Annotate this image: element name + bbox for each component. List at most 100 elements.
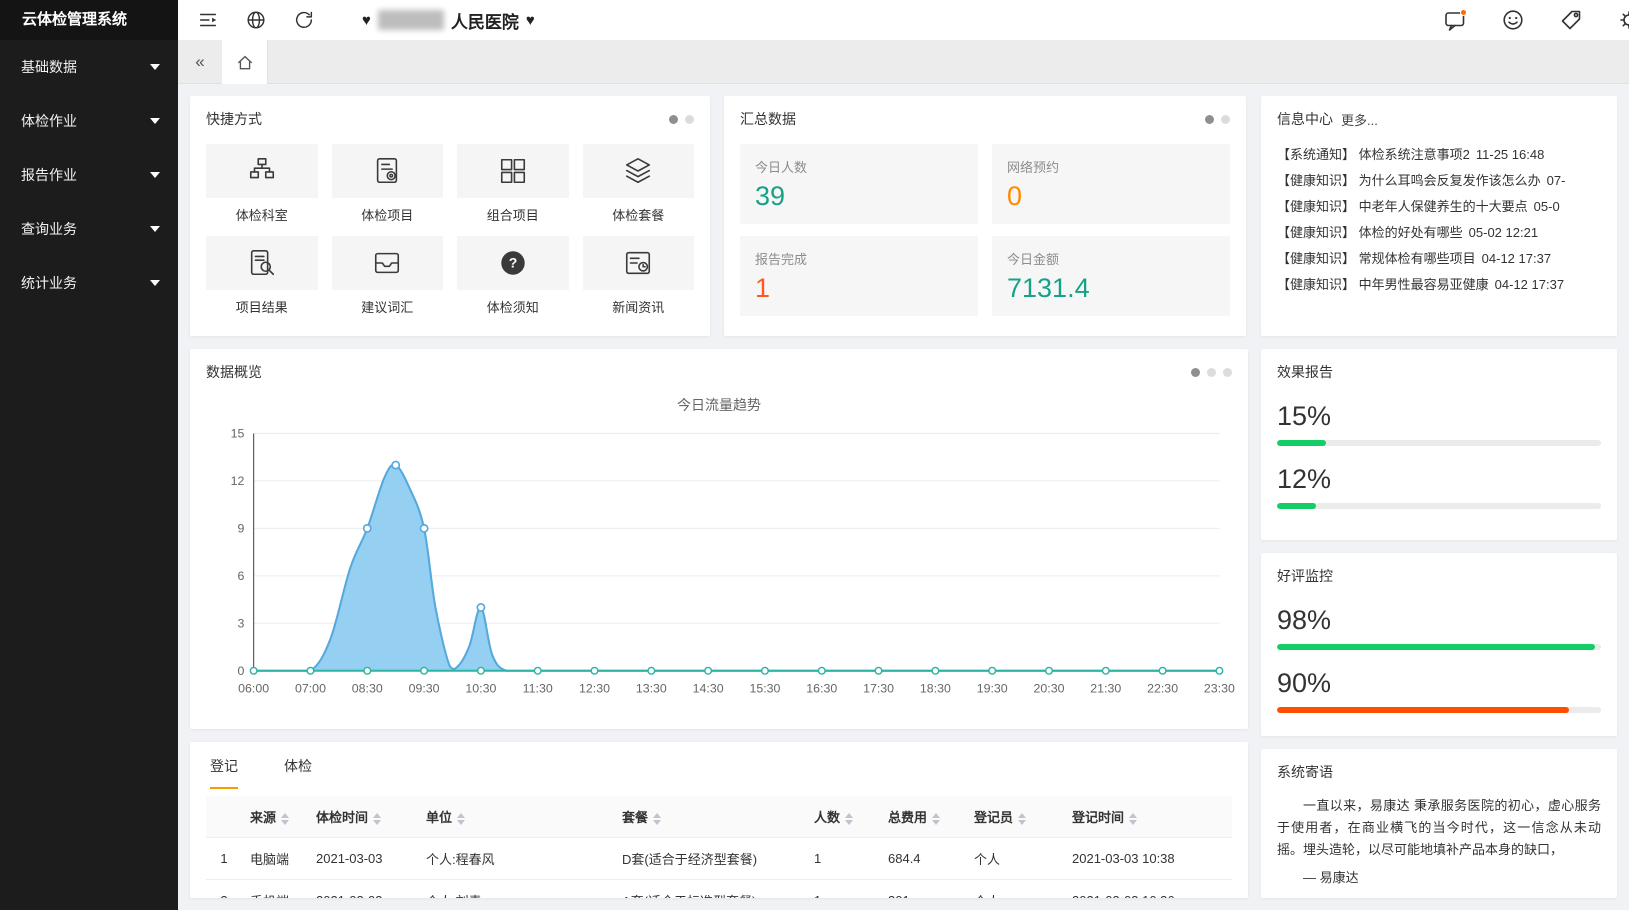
document-search-icon (247, 248, 277, 278)
tab-register[interactable]: 登记 (210, 756, 238, 789)
settings-gear-icon[interactable] (1615, 6, 1629, 34)
carousel-dot[interactable] (1205, 115, 1214, 124)
progress-fill (1277, 707, 1569, 713)
svg-text:21:30: 21:30 (1090, 681, 1121, 695)
system-message-card: 系统寄语 一直以来，易康达 秉承服务医院的初心，虚心服务于使用者，在商业横飞的当… (1261, 749, 1617, 898)
stat-online-booking: 网络预约 0 (992, 144, 1230, 224)
svg-text:15:30: 15:30 (749, 681, 780, 695)
progress-track (1277, 503, 1601, 509)
document-gear-icon (372, 156, 402, 186)
col-source[interactable]: 来源 (242, 796, 308, 838)
col-unit[interactable]: 单位 (418, 796, 614, 838)
quick-item-advice-words[interactable]: 建议词汇 (332, 236, 444, 322)
carousel-dot[interactable] (1223, 368, 1232, 377)
tab-exam[interactable]: 体检 (284, 756, 312, 789)
left-column: 快捷方式 体检科室 (190, 96, 1248, 898)
praise-monitor-card: 好评监控 98% 90% (1261, 553, 1617, 736)
sort-icon[interactable] (653, 813, 661, 825)
quick-item-project-result[interactable]: 项目结果 (206, 236, 318, 322)
card-title: 信息中心 (1277, 109, 1333, 129)
globe-icon[interactable] (242, 6, 270, 34)
col-registrar[interactable]: 登记员 (966, 796, 1064, 838)
summary-grid: 今日人数 39 网络预约 0 报告完成 1 (724, 142, 1246, 316)
topbar-actions (1441, 6, 1629, 34)
emoji-face-icon[interactable] (1499, 6, 1527, 34)
tag-icon[interactable] (1557, 6, 1585, 34)
sidebar-item-query-business[interactable]: 查询业务 (0, 202, 178, 256)
info-item[interactable]: 【健康知识】 体检的好处有哪些05-02 12:21 (1277, 220, 1601, 246)
sort-icon[interactable] (457, 813, 465, 825)
quick-item-news[interactable]: 新闻资讯 (583, 236, 695, 322)
sidebar-menu: 基础数据 体检作业 报告作业 查询业务 统计业务 (0, 40, 178, 310)
carousel-dots (1205, 115, 1230, 124)
stat-today-amount: 今日金额 7131.4 (992, 236, 1230, 316)
quick-item-exam-dept[interactable]: 体检科室 (206, 144, 318, 230)
col-register-time[interactable]: 登记时间 (1064, 796, 1232, 838)
chart-title: 今日流量趋势 (190, 395, 1248, 415)
messages-icon[interactable] (1441, 6, 1469, 34)
quick-item-exam-notice[interactable]: ? 体检须知 (457, 236, 569, 322)
sort-icon[interactable] (281, 813, 289, 825)
carousel-dot[interactable] (1221, 115, 1230, 124)
collapse-tabs-icon[interactable]: « (178, 52, 222, 72)
carousel-dot[interactable] (685, 115, 694, 124)
svg-text:09:30: 09:30 (409, 681, 440, 695)
menu-fold-icon[interactable] (194, 6, 222, 34)
info-item[interactable]: 【健康知识】 为什么耳鸣会反复发作该怎么办07- (1277, 168, 1601, 194)
info-item[interactable]: 【系统通知】 体检系统注意事项211-25 16:48 (1277, 142, 1601, 168)
quick-item-exam-package[interactable]: 体检套餐 (583, 144, 695, 230)
question-icon: ? (498, 248, 528, 278)
refresh-icon[interactable] (290, 6, 318, 34)
svg-text:?: ? (508, 255, 517, 271)
progress-track (1277, 644, 1601, 650)
table-row[interactable]: 2 手机端 2021-03-03 个人:刘青 A套(适合于标准型套餐) 1 30… (206, 880, 1232, 899)
svg-text:23:30: 23:30 (1204, 681, 1235, 695)
info-center-card: 信息中心 更多... 【系统通知】 体检系统注意事项211-25 16:48 【… (1261, 96, 1617, 336)
sidebar-item-statistics-business[interactable]: 统计业务 (0, 256, 178, 310)
summary-card: 汇总数据 今日人数 39 网络预约 (724, 96, 1246, 336)
info-item[interactable]: 【健康知识】 中老年人保健养生的十大要点05-0 (1277, 194, 1601, 220)
table-tabs: 登记 体检 (190, 742, 1248, 789)
sidebar-item-basic-data[interactable]: 基础数据 (0, 40, 178, 94)
sidebar-item-label: 基础数据 (21, 57, 77, 77)
info-item[interactable]: 【健康知识】 常规体检有哪些项目04-12 17:37 (1277, 246, 1601, 272)
table-row[interactable]: 1 电脑端 2021-03-03 个人:程春风 D套(适合于经济型套餐) 1 6… (206, 838, 1232, 880)
registration-table: 来源 体检时间 单位 套餐 人数 总费用 登记员 登记时间 (206, 796, 1232, 898)
sort-icon[interactable] (845, 813, 853, 825)
more-link[interactable]: 更多... (1341, 110, 1378, 129)
sidebar: 云体检管理系统 基础数据 体检作业 报告作业 查询业务 统计业务 (0, 0, 178, 910)
data-overview-card: 数据概览 今日流量趋势 0369121506:0007:0008:3009:30… (190, 349, 1248, 729)
app-window: 云体检管理系统 基础数据 体检作业 报告作业 查询业务 统计业务 (0, 0, 1629, 910)
carousel-dots (669, 115, 694, 124)
sort-icon[interactable] (1018, 813, 1026, 825)
quick-item-exam-project[interactable]: 体检项目 (332, 144, 444, 230)
carousel-dot[interactable] (1207, 368, 1216, 377)
tabbar: « (178, 40, 1629, 84)
chevron-down-icon (150, 64, 160, 70)
stat-report-done: 报告完成 1 (740, 236, 978, 316)
sidebar-item-report-work[interactable]: 报告作业 (0, 148, 178, 202)
card-title: 快捷方式 (206, 109, 262, 129)
carousel-dot[interactable] (1191, 368, 1200, 377)
quick-item-combo-project[interactable]: 组合项目 (457, 144, 569, 230)
carousel-dot[interactable] (669, 115, 678, 124)
info-item[interactable]: 【健康知识】 中年男性最容易亚健康04-12 17:37 (1277, 272, 1601, 298)
registration-table-card: 登记 体检 来源 体检时间 单位 (190, 742, 1248, 898)
stat-today-count: 今日人数 39 (740, 144, 978, 224)
sort-icon[interactable] (932, 813, 940, 825)
sort-icon[interactable] (1129, 813, 1137, 825)
svg-text:15: 15 (231, 427, 245, 441)
card-title: 效果报告 (1277, 362, 1333, 382)
col-exam-time[interactable]: 体检时间 (308, 796, 418, 838)
info-list: 【系统通知】 体检系统注意事项211-25 16:48 【健康知识】 为什么耳鸣… (1261, 142, 1617, 298)
sort-icon[interactable] (373, 813, 381, 825)
sidebar-item-exam-work[interactable]: 体检作业 (0, 94, 178, 148)
col-package[interactable]: 套餐 (614, 796, 806, 838)
sidebar-item-label: 统计业务 (21, 273, 77, 293)
tab-home[interactable] (222, 40, 268, 84)
col-people-count[interactable]: 人数 (806, 796, 880, 838)
praise-rate-2: 90% (1277, 667, 1601, 700)
col-total-fee[interactable]: 总费用 (880, 796, 966, 838)
svg-text:20:30: 20:30 (1034, 681, 1065, 695)
grid-icon (498, 156, 528, 186)
